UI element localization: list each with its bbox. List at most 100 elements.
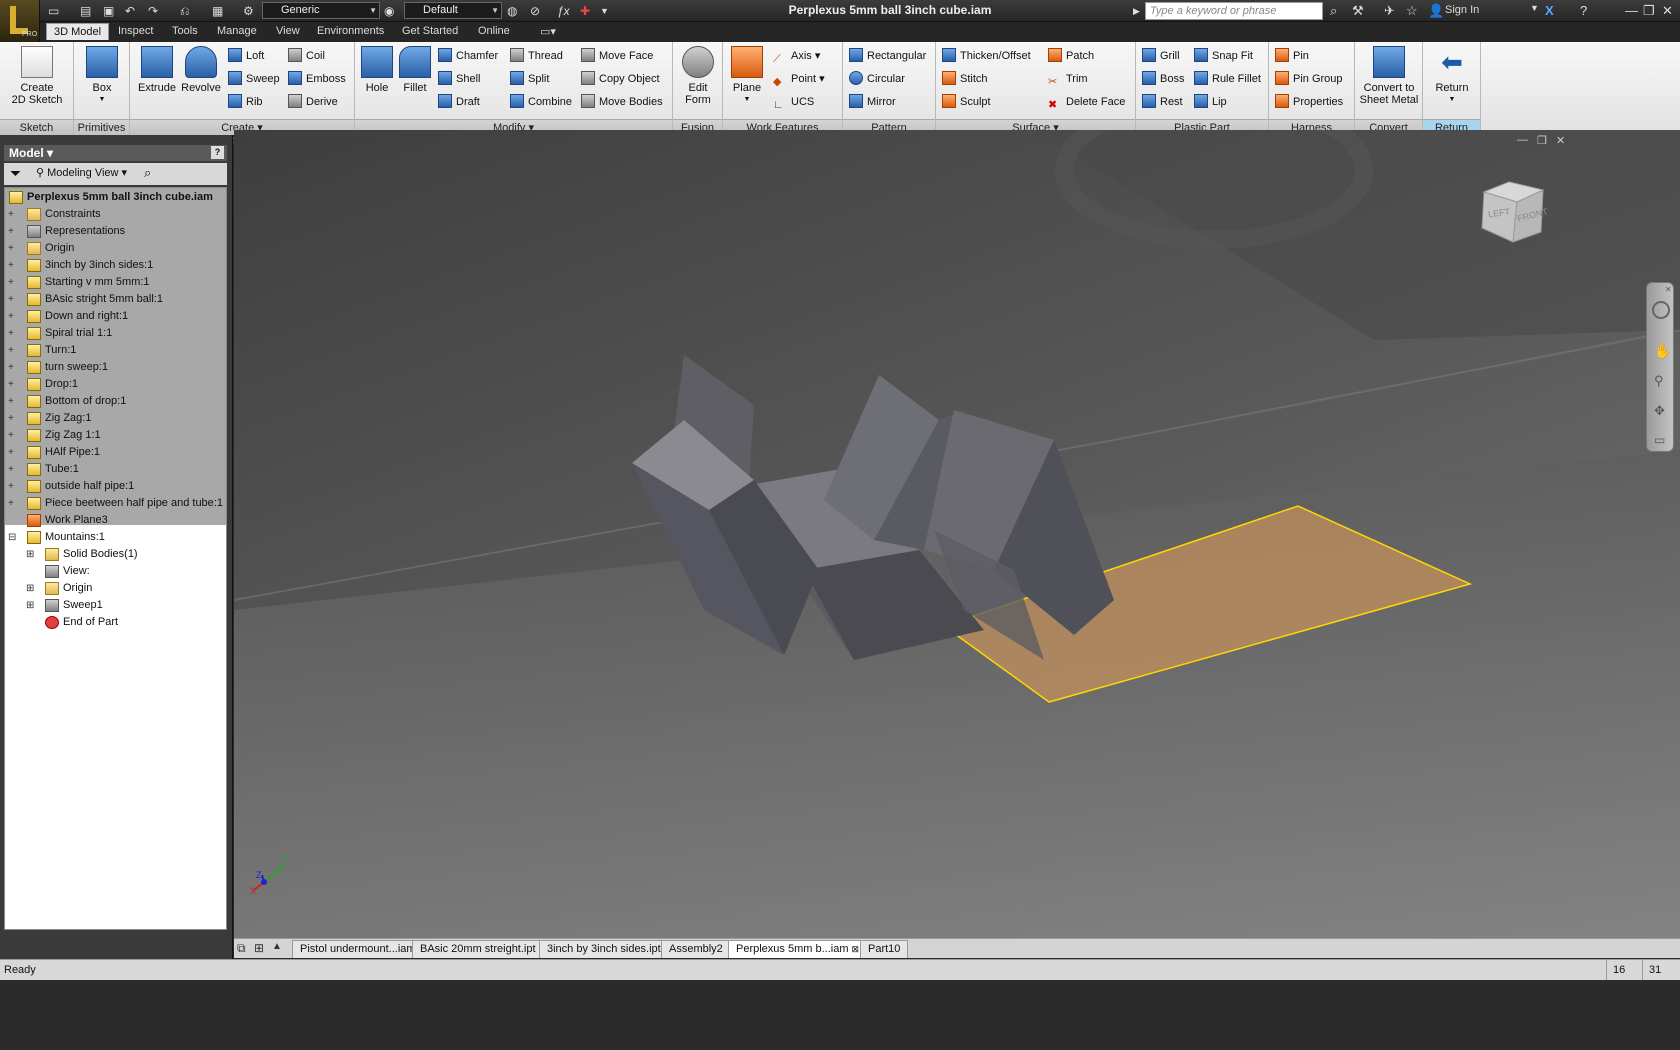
tree-item[interactable]: + Constraints xyxy=(5,206,226,223)
tree-child-item[interactable]: View: xyxy=(5,563,226,580)
rectangular-pattern-button[interactable]: Rectangular xyxy=(849,47,926,65)
tab-tools[interactable]: Tools xyxy=(172,25,198,37)
minimize-icon[interactable]: — xyxy=(1625,3,1638,18)
expand-icon[interactable]: + xyxy=(8,478,17,495)
ucs-button[interactable]: ∟ UCS xyxy=(773,93,814,111)
rib-button[interactable]: Rib xyxy=(228,93,263,111)
expand-icon[interactable]: + xyxy=(8,495,17,512)
doc-tab-4[interactable]: Assembly2 xyxy=(661,940,731,958)
clear-icon[interactable]: ⊘ xyxy=(530,3,540,19)
viewport-minimize-icon[interactable]: — xyxy=(1517,134,1528,146)
delete-face-button[interactable]: ✖ Delete Face xyxy=(1048,93,1125,111)
tab-manage[interactable]: Manage xyxy=(217,25,257,37)
tree-item[interactable]: + Spiral trial 1:1 xyxy=(5,325,226,342)
collapse-icon[interactable]: ⊞ xyxy=(26,597,35,614)
adjust-icon[interactable]: ◍ xyxy=(507,3,517,19)
communication-icon[interactable]: ✈ xyxy=(1384,3,1395,19)
filter-icon[interactable]: ⏷ xyxy=(10,163,21,183)
tree-child-item[interactable]: End of Part xyxy=(5,614,226,631)
split-button[interactable]: Split xyxy=(510,70,549,88)
shell-button[interactable]: Shell xyxy=(438,70,480,88)
arrange-windows-icon[interactable]: ⊞ xyxy=(254,941,264,955)
binoculars-icon[interactable]: ⌕ xyxy=(1330,3,1337,19)
tree-item[interactable]: + Zig Zag 1:1 xyxy=(5,427,226,444)
tab-3d-model[interactable]: 3D Model xyxy=(46,23,110,40)
doc-tab-2[interactable]: BAsic 20mm streight.ipt xyxy=(412,940,544,958)
properties-button[interactable]: Properties xyxy=(1275,93,1343,111)
coil-button[interactable]: Coil xyxy=(288,47,325,65)
close-icon[interactable]: ✕ xyxy=(1662,3,1673,19)
pin-group-button[interactable]: Pin Group xyxy=(1275,70,1343,88)
chamfer-button[interactable]: Chamfer xyxy=(438,47,498,65)
move-bodies-button[interactable]: Move Bodies xyxy=(581,93,663,111)
expand-icon[interactable]: + xyxy=(8,325,17,342)
undo-icon[interactable]: ↶ xyxy=(125,3,135,19)
plane-button[interactable]: Plane ▼ xyxy=(727,46,767,106)
tree-item[interactable]: + Drop:1 xyxy=(5,376,226,393)
subscription-icon[interactable]: ⚒ xyxy=(1352,3,1364,19)
tree-item[interactable]: + outside half pipe:1 xyxy=(5,478,226,495)
box-button[interactable]: Box ▼ xyxy=(84,46,120,106)
expand-icon[interactable]: + xyxy=(8,393,17,410)
move-face-button[interactable]: Move Face xyxy=(581,47,653,65)
tile-windows-icon[interactable]: ⧉ xyxy=(237,941,246,956)
revolve-button[interactable]: Revolve xyxy=(178,46,224,94)
tree-item[interactable]: + Representations xyxy=(5,223,226,240)
graphics-viewport[interactable]: Z X Y LEFT FRONT — ❐ ✕ xyxy=(234,130,1680,938)
tab-get-started[interactable]: Get Started xyxy=(402,25,458,37)
view-selector[interactable]: ⚲ Modeling View ▾ xyxy=(36,163,127,183)
circular-pattern-button[interactable]: Circular xyxy=(849,70,905,88)
tree-item[interactable]: ⊟ Mountains:1 xyxy=(5,529,226,546)
tab-environments[interactable]: Environments xyxy=(317,25,384,37)
sculpt-button[interactable]: Sculpt xyxy=(942,93,991,111)
expand-icon[interactable]: + xyxy=(8,291,17,308)
tab-inspect[interactable]: Inspect xyxy=(118,25,153,37)
orbit-icon[interactable]: ✥ xyxy=(1654,403,1665,419)
expand-icon[interactable]: + xyxy=(8,223,17,240)
tree-item[interactable]: + Bottom of drop:1 xyxy=(5,393,226,410)
hole-button[interactable]: Hole xyxy=(357,46,397,94)
expand-icon[interactable]: + xyxy=(8,206,17,223)
update-icon[interactable]: ⚙ xyxy=(243,3,254,19)
box-dropdown-icon[interactable]: ▼ xyxy=(84,94,120,106)
return-icon[interactable]: ⎌ xyxy=(180,3,190,19)
thread-button[interactable]: Thread xyxy=(510,47,563,65)
exchange-icon[interactable]: X xyxy=(1545,3,1554,18)
tree-root-assembly[interactable]: Perplexus 5mm ball 3inch cube.iam xyxy=(5,189,226,206)
loft-button[interactable]: Loft xyxy=(228,47,264,65)
help-search-input[interactable]: Type a keyword or phrase xyxy=(1145,2,1323,20)
sweep-button[interactable]: Sweep xyxy=(228,70,280,88)
pin-button[interactable]: Pin xyxy=(1275,47,1309,65)
chevron-right-icon[interactable]: ▶ xyxy=(1133,3,1140,19)
create-2d-sketch-button[interactable]: Create 2D Sketch xyxy=(8,46,66,106)
expand-icon[interactable]: + xyxy=(8,376,17,393)
new-icon[interactable]: ▭ xyxy=(48,3,59,19)
stitch-button[interactable]: Stitch xyxy=(942,70,988,88)
browser-help-icon[interactable]: ? xyxy=(211,146,224,159)
expand-icon[interactable]: + xyxy=(8,359,17,376)
draft-button[interactable]: Draft xyxy=(438,93,480,111)
tree-item[interactable]: Work Plane3 xyxy=(5,512,226,529)
tree-item[interactable]: + Origin xyxy=(5,240,226,257)
fillet-button[interactable]: Fillet xyxy=(395,46,435,94)
thicken-offset-button[interactable]: Thicken/Offset xyxy=(942,47,1031,65)
tree-item[interactable]: +3inch by 3inch sides:1 xyxy=(5,257,226,274)
navbar-close-icon[interactable]: ✕ xyxy=(1665,285,1672,294)
edit-form-button[interactable]: Edit Form xyxy=(679,46,717,106)
fx-icon[interactable]: ƒx xyxy=(557,3,570,19)
mirror-button[interactable]: Mirror xyxy=(849,93,896,111)
collapse-icon[interactable]: ⊞ xyxy=(26,546,35,563)
doc-tab-6[interactable]: Part10 xyxy=(860,940,909,958)
expand-icon[interactable]: + xyxy=(8,274,17,291)
collapse-icon[interactable]: ⊟ xyxy=(8,529,17,546)
plane-dropdown-icon[interactable]: ▼ xyxy=(727,94,767,106)
derive-button[interactable]: Derive xyxy=(288,93,338,111)
close-tab-icon[interactable]: ⊠ xyxy=(852,944,860,954)
convert-sheet-metal-button[interactable]: Convert to Sheet Metal xyxy=(1357,46,1421,106)
tree-item[interactable]: + Down and right:1 xyxy=(5,308,226,325)
tree-item[interactable]: + Piece beetween half pipe and tube:1 xyxy=(5,495,226,512)
expand-icon[interactable]: + xyxy=(8,427,17,444)
expand-icon[interactable]: + xyxy=(8,257,17,274)
application-menu-button[interactable]: PRO xyxy=(0,0,40,42)
expand-icon[interactable]: + xyxy=(8,342,17,359)
